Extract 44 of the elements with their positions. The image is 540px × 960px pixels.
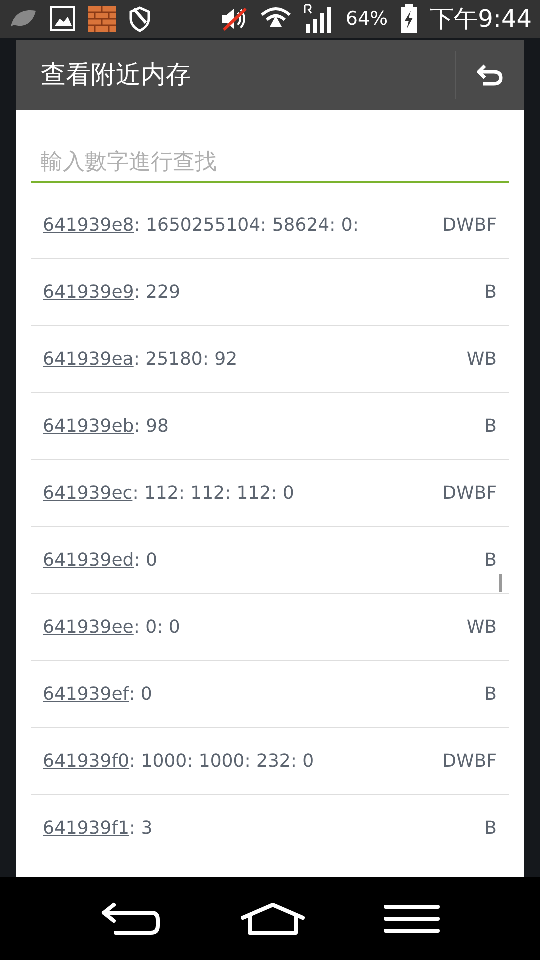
value-type: WB (466, 348, 497, 372)
dialog-title: 查看附近内存 (40, 59, 192, 92)
home-icon (240, 902, 305, 934)
charging-battery-icon (400, 4, 418, 34)
back-arrow-icon (100, 902, 162, 936)
address-link[interactable]: 641939f0 (43, 748, 130, 774)
value-type: B (484, 414, 497, 438)
memory-values: : 1650255104: 58624: 0: (134, 214, 360, 238)
clock: 下午9:44 (430, 4, 532, 35)
value-type: B (484, 817, 497, 841)
signal-icon (304, 4, 334, 34)
muted-speaker-icon (220, 6, 248, 32)
address-link[interactable]: 641939eb (43, 412, 134, 440)
battery-percent: 64% (346, 6, 388, 32)
value-type: B (484, 280, 497, 304)
shield-icon (128, 5, 152, 33)
memory-values: : 3 (130, 817, 154, 841)
undo-icon (477, 64, 503, 86)
image-icon (50, 6, 76, 32)
memory-values: : 229 (134, 280, 182, 304)
menu-icon (384, 904, 440, 934)
memory-values: : 25180: 92 (134, 348, 239, 372)
address-link[interactable]: 641939ec (43, 480, 133, 506)
address-link[interactable]: 641939ee (43, 614, 134, 640)
address-link[interactable]: 641939e9 (43, 278, 134, 306)
memory-values: : 0: 0 (134, 616, 182, 640)
memory-values: : 112: 112: 112: 0 (132, 482, 296, 506)
memory-values: : 0 (129, 682, 154, 706)
memory-values: : 98 (134, 414, 170, 438)
address-link[interactable]: 641939ea (43, 346, 134, 372)
value-type: DWBF (442, 214, 497, 238)
value-type: B (484, 682, 497, 706)
scrollbar (499, 574, 502, 592)
memory-values: : 0 (134, 548, 158, 572)
value-type: WB (466, 616, 497, 640)
address-link[interactable]: 641939f1 (43, 815, 130, 842)
value-type: DWBF (442, 750, 497, 774)
value-type: B (484, 548, 497, 572)
brick-wall-icon (88, 6, 116, 32)
value-type: DWBF (442, 482, 497, 506)
address-link[interactable]: 641939ef (43, 680, 130, 708)
memory-values: : 1000: 1000: 232: 0 (130, 750, 316, 774)
address-link[interactable]: 641939e8 (43, 212, 134, 238)
address-link[interactable]: 641939ed (43, 546, 134, 574)
